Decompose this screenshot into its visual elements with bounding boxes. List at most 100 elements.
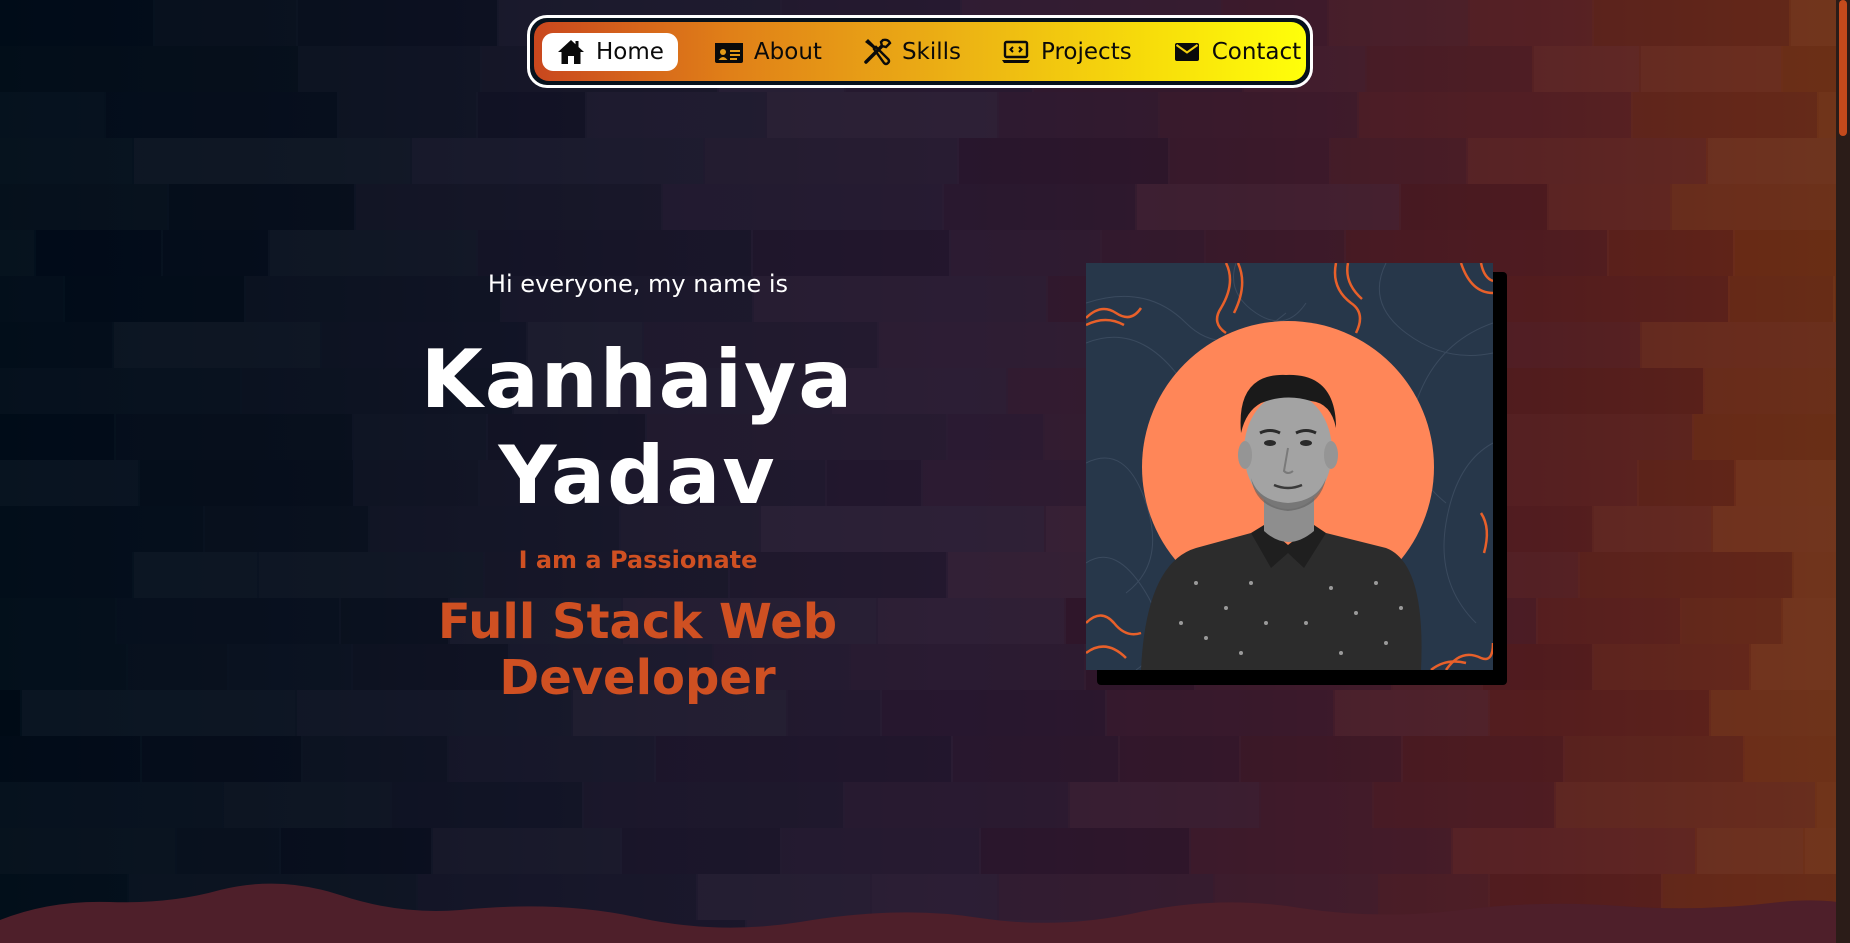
background-brick: [1137, 184, 1399, 230]
scrollbar-thumb[interactable]: [1839, 0, 1847, 136]
background-brick: [1594, 0, 1789, 46]
background-brick: [1713, 506, 1850, 552]
background-brick: [1403, 736, 1563, 782]
main-nav: Home About Skills Projects Contact: [527, 15, 1313, 88]
background-brick: [587, 92, 765, 138]
background-brick: [0, 230, 34, 276]
background-brick: [433, 828, 620, 874]
background-brick: [0, 368, 240, 414]
background-brick: [0, 184, 167, 230]
background-brick: [1261, 782, 1372, 828]
background-brick: [140, 460, 353, 506]
background-brick: [22, 690, 295, 736]
background-brick: [1708, 138, 1850, 184]
background-brick: [0, 92, 104, 138]
background-brick: [0, 0, 153, 46]
background-brick: [1331, 138, 1466, 184]
nav-label-home: Home: [596, 38, 664, 65]
background-brick: [1470, 0, 1592, 46]
background-brick: [155, 0, 296, 46]
background-brick: [281, 828, 431, 874]
background-brick: [1633, 92, 1817, 138]
background-brick: [0, 322, 112, 368]
background-brick: [1745, 736, 1850, 782]
background-brick: [1170, 138, 1329, 184]
background-brick: [356, 184, 661, 230]
background-brick: [1401, 184, 1547, 230]
background-brick: [116, 414, 352, 460]
background-brick: [981, 828, 1189, 874]
background-brick: [1490, 690, 1709, 736]
portfolio-page: Home About Skills Projects Contact Hi ev…: [0, 0, 1850, 943]
background-brick: [1594, 506, 1711, 552]
background-brick: [0, 552, 132, 598]
background-brick: [1711, 690, 1850, 736]
background-brick: [1160, 92, 1357, 138]
background-brick: [412, 138, 703, 184]
nav-item-contact[interactable]: Contact: [1158, 33, 1315, 71]
background-brick: [1335, 690, 1488, 736]
background-brick: [1672, 184, 1850, 230]
home-icon: [558, 39, 584, 64]
background-brick: [944, 184, 1135, 230]
background-brick: [1367, 46, 1532, 92]
profile-photo: [1086, 263, 1493, 670]
background-brick: [224, 782, 390, 828]
hero-last-name: Yadav: [498, 429, 777, 522]
background-brick: [0, 736, 140, 782]
background-brick: [36, 230, 161, 276]
background-brick: [169, 184, 354, 230]
background-brick: [128, 644, 227, 690]
nav-item-projects[interactable]: Projects: [987, 33, 1146, 71]
background-brick: [1694, 414, 1850, 460]
profile-photo-illustration: [1086, 263, 1493, 670]
background-brick: [134, 552, 257, 598]
background-brick: [1565, 736, 1743, 782]
background-brick: [1549, 184, 1670, 230]
background-brick: [1609, 230, 1733, 276]
nav-label-skills: Skills: [901, 38, 962, 65]
background-brick: [1374, 782, 1554, 828]
background-brick: [948, 414, 1043, 460]
background-brick: [1534, 46, 1639, 92]
nav-bar: Home About Skills Projects Contact: [534, 22, 1306, 81]
background-brick: [0, 46, 298, 92]
background-brick: [0, 506, 203, 552]
nav-label-contact: Contact: [1211, 38, 1302, 65]
background-brick: [1500, 460, 1637, 506]
background-brick: [1538, 598, 1680, 644]
nav-label-projects: Projects: [1041, 38, 1132, 65]
background-brick: [1453, 828, 1695, 874]
background-brick: [656, 736, 951, 782]
background-brick: [953, 736, 1118, 782]
nav-item-about[interactable]: About: [700, 33, 836, 71]
nav-item-home[interactable]: Home: [542, 32, 678, 71]
background-brick: [1639, 460, 1734, 506]
bottom-wave: [0, 883, 1850, 943]
background-brick: [0, 828, 175, 874]
background-brick: [106, 92, 337, 138]
laptop-code-icon: [1002, 40, 1031, 63]
background-brick: [134, 138, 410, 184]
background-brick: [663, 184, 942, 230]
hero-tagline: I am a Passionate: [518, 546, 758, 574]
background-brick: [1641, 46, 1781, 92]
background-brick: [303, 736, 447, 782]
background-brick: [767, 92, 997, 138]
id-card-icon: [714, 42, 743, 63]
background-brick: [0, 460, 138, 506]
background-brick: [0, 782, 222, 828]
background-brick: [1241, 736, 1401, 782]
background-brick: [449, 736, 654, 782]
nav-item-skills[interactable]: Skills: [848, 33, 975, 71]
background-brick: [1107, 690, 1333, 736]
background-brick: [951, 230, 1100, 276]
background-brick: [298, 0, 497, 46]
background-brick: [1736, 460, 1850, 506]
background-brick: [142, 736, 301, 782]
background-brick: [65, 276, 244, 322]
hero-role: Full Stack Web Developer: [437, 594, 838, 706]
page-scrollbar[interactable]: [1836, 0, 1850, 943]
background-brick: [1120, 736, 1239, 782]
background-brick: [392, 782, 582, 828]
